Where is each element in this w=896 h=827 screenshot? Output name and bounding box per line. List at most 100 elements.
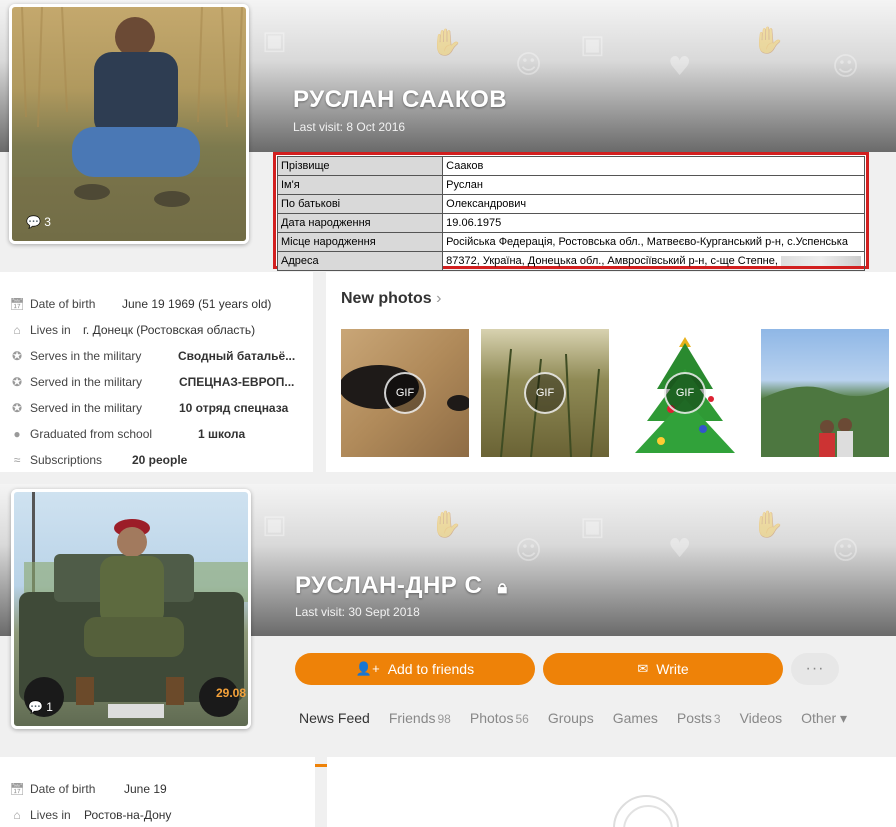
tab-label: News Feed xyxy=(299,710,370,726)
tab-news-feed[interactable]: News Feed xyxy=(290,710,380,767)
info-value: Олександрович xyxy=(442,194,865,214)
info-value-text: Руслан xyxy=(446,179,483,191)
military-icon: ✪ xyxy=(11,401,23,415)
info-key: Дата народження xyxy=(276,213,444,233)
profile1-avatar[interactable]: 💬 3 xyxy=(9,4,249,244)
photo-decor-icon: ▣ xyxy=(580,512,605,542)
tab-groups[interactable]: Groups xyxy=(539,710,604,746)
about-label: Lives in xyxy=(30,808,71,822)
about-label: Subscriptions xyxy=(30,453,103,467)
chevron-down-icon: ▾ xyxy=(836,710,848,726)
about-value[interactable]: Сводный батальё... xyxy=(178,349,295,363)
info-value-text: Сааков xyxy=(446,160,484,172)
info-value-text: Російська Федерація, Ростовська обл., Ма… xyxy=(446,236,848,248)
about-label: Date of birth xyxy=(30,297,96,311)
about-row: ✪ Served in the military СПЕЦНАЗ-ЕВРОП... xyxy=(10,375,310,389)
about-value[interactable]: 1 школа xyxy=(198,427,245,441)
info-value-text: 19.06.1975 xyxy=(446,217,502,229)
info-table-row: По батькові Олександрович xyxy=(276,194,865,214)
info-value: Російська Федерація, Ростовська обл., Ма… xyxy=(442,232,865,252)
about-row: ✪ Serves in the military Сводный батальё..… xyxy=(10,349,310,363)
photo-thumb-2[interactable]: GIF xyxy=(481,329,609,457)
about-row: ● Graduated from school 1 школа xyxy=(10,427,310,441)
about-row: 📅︎ Date of birth June 19 1969 (51 years ol… xyxy=(9,297,310,311)
tab-friends[interactable]: Friends 98 xyxy=(380,710,461,746)
avatar1-photo xyxy=(12,7,246,241)
add-to-friends-label: Add to friends xyxy=(387,661,475,677)
photo-decor-icon: ▣ xyxy=(262,26,287,56)
tab-label: Friends xyxy=(388,710,436,726)
info-value: 87372, Україна, Донецька обл., Амвросіїв… xyxy=(442,251,865,271)
tab-posts[interactable]: Posts 3 xyxy=(668,710,731,746)
new-photos-panel: New photos › GIF GIF GIF xyxy=(326,272,896,472)
about-row: 📅︎ Date of birth June 19 xyxy=(9,782,310,796)
info-table-row: Прізвище Сааков xyxy=(276,156,865,176)
write-label: Write xyxy=(656,661,689,677)
rss-icon: ≈ xyxy=(13,453,21,467)
about-label: Served in the military xyxy=(30,375,143,389)
home-icon: ⌂ xyxy=(13,323,21,337)
tab-label: Posts xyxy=(676,710,712,726)
tab-photos[interactable]: Photos 56 xyxy=(461,710,539,746)
photo-thumb-1[interactable]: GIF xyxy=(341,329,469,457)
info-key: По батькові xyxy=(276,194,444,214)
profile2-about-panel: 📅︎ Date of birth June 19 ⌂ Lives in Ростов-на… xyxy=(0,757,315,827)
photo-thumb-3[interactable]: GIF xyxy=(621,329,749,457)
new-photos-title[interactable]: New photos › xyxy=(341,290,441,308)
about-value[interactable]: СПЕЦНАЗ-ЕВРОП... xyxy=(179,375,294,389)
about-value[interactable]: 10 отряд спецназа xyxy=(179,401,288,415)
school-icon: ● xyxy=(13,427,21,441)
about-row: ⌂ Lives in г. Донецк (Ростовская область) xyxy=(10,323,310,337)
about-value[interactable]: 20 people xyxy=(132,453,187,467)
write-button[interactable]: ✉ Write xyxy=(543,653,783,685)
tab-label: Photos xyxy=(469,710,514,726)
tab-count: 3 xyxy=(713,712,721,726)
info-value-text: Олександрович xyxy=(446,198,527,210)
avatar2-comment-count: 💬 1 xyxy=(28,700,53,714)
info-key: Місце народження xyxy=(276,232,444,252)
info-value: Сааков xyxy=(442,156,865,176)
redacted-text xyxy=(781,256,861,267)
about-label: Serves in the military xyxy=(30,349,142,363)
photo-decor-icon: ▣ xyxy=(580,30,605,60)
info-value-text: 87372, Україна, Донецька обл., Амвросіїв… xyxy=(446,255,778,267)
add-to-friends-button[interactable]: 👤+ Add to friends xyxy=(295,653,535,685)
about-label: Date of birth xyxy=(30,782,96,796)
about-label: Lives in xyxy=(30,323,71,337)
tab-label: Other xyxy=(801,710,837,726)
tab-count: 56 xyxy=(515,712,529,726)
heart-decor-icon: ♥ xyxy=(668,534,692,564)
tab-label: Groups xyxy=(547,710,594,726)
envelope-icon: ✉ xyxy=(637,661,649,676)
smile-decor-icon: ☺ xyxy=(832,52,860,82)
calendar-icon: 📅︎ xyxy=(9,297,25,311)
profile2-name: РУСЛАН-ДНР С 🔒︎ xyxy=(295,572,508,599)
tab-videos[interactable]: Videos xyxy=(731,710,793,746)
military-icon: ✪ xyxy=(11,375,23,389)
about-value[interactable]: June 19 1969 (51 years old) xyxy=(122,297,271,311)
profile1-about-panel: 📅︎ Date of birth June 19 1969 (51 years ol… xyxy=(0,272,313,472)
info-key: Ім'я xyxy=(276,175,444,195)
more-options-button[interactable]: ··· xyxy=(791,653,839,685)
tab-games[interactable]: Games xyxy=(604,710,668,746)
gif-badge: GIF xyxy=(524,372,566,414)
personal-info-table: Прізвище Сааков Ім'я Руслан По батькові Олекс… xyxy=(273,152,869,271)
info-table-row: Ім'я Руслан xyxy=(276,175,865,195)
info-table-row: Місце народження Російська Федерація, Рос… xyxy=(276,232,865,252)
profile-tabs: News Feed Friends 98 Photos 56 Groups Games Pos… xyxy=(290,710,857,767)
about-value[interactable]: June 19 xyxy=(124,782,167,796)
profile1-last-visit: Last visit: 8 Oct 2016 xyxy=(293,120,406,134)
photo-date-stamp: 29.08 xyxy=(215,686,246,700)
photo-thumb-4[interactable] xyxy=(761,329,889,457)
photo-decor-icon: ▣ xyxy=(262,510,287,540)
about-value[interactable]: Ростов-на-Дону xyxy=(84,808,171,822)
military-icon: ✪ xyxy=(11,349,23,363)
tab-other[interactable]: Other ▾ xyxy=(792,710,857,746)
about-label: Served in the military xyxy=(30,401,143,415)
heart-decor-icon: ♥ xyxy=(668,52,692,82)
profile2-avatar[interactable]: 💬 1 29.08 xyxy=(11,489,251,729)
news-feed-panel xyxy=(327,757,896,827)
about-value[interactable]: г. Донецк (Ростовская область) xyxy=(83,323,255,337)
loading-spinner-icon xyxy=(613,795,679,827)
info-key: Прізвище xyxy=(276,156,444,176)
